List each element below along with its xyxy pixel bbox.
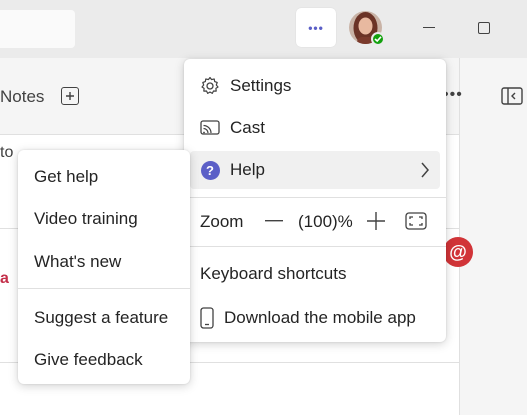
zoom-value: (100)% <box>298 212 353 231</box>
fit-screen-button[interactable] <box>405 211 427 231</box>
minus-icon <box>265 220 283 222</box>
maximize-button[interactable] <box>469 14 499 42</box>
submenu-item-suggest-feature[interactable]: Suggest a feature <box>34 308 168 328</box>
tab-notes[interactable]: Notes <box>0 87 44 107</box>
at-icon: @ <box>449 241 467 262</box>
menu-divider <box>184 197 446 198</box>
menu-item-label: Settings <box>230 76 292 95</box>
add-tab-button[interactable] <box>61 87 79 105</box>
menu-item-keyboard-shortcuts[interactable]: Keyboard shortcuts <box>200 264 346 284</box>
panel-icon <box>501 87 523 105</box>
help-submenu: Get help Video training What's new Sugge… <box>18 150 190 384</box>
menu-divider <box>184 246 446 247</box>
cast-icon <box>198 116 222 140</box>
submenu-item-video-training[interactable]: Video training <box>34 209 138 229</box>
fullscreen-icon <box>405 212 427 230</box>
menu-item-label: Help <box>230 160 265 179</box>
zoom-out-button[interactable] <box>264 211 284 231</box>
menu-item-label: Cast <box>230 118 265 137</box>
message-text: to <box>0 144 14 161</box>
help-icon: ? <box>198 158 222 182</box>
minimize-button[interactable] <box>414 14 444 42</box>
panel-toggle-button[interactable] <box>501 86 523 106</box>
zoom-in-button[interactable] <box>366 211 386 231</box>
menu-item-label: Download the mobile app <box>224 308 416 327</box>
menu-item-help[interactable]: ? Help <box>190 151 440 189</box>
plus-icon <box>66 92 74 100</box>
plus-icon <box>367 212 385 230</box>
settings-and-more-button[interactable]: ••• <box>296 8 336 47</box>
chevron-right-icon <box>421 162 429 178</box>
submenu-item-whats-new[interactable]: What's new <box>34 252 121 272</box>
submenu-item-give-feedback[interactable]: Give feedback <box>34 350 143 370</box>
more-icon: ••• <box>308 20 324 35</box>
presence-available-icon <box>371 32 385 46</box>
right-rail <box>459 58 527 415</box>
menu-item-cast[interactable]: Cast <box>190 109 440 147</box>
submenu-item-get-help[interactable]: Get help <box>34 167 98 187</box>
zoom-label: Zoom <box>200 212 244 231</box>
menu-item-settings[interactable]: Settings <box>190 67 440 105</box>
menu-divider <box>18 288 190 289</box>
title-bar <box>0 0 527 58</box>
menu-item-download-mobile-app[interactable]: Download the mobile app <box>200 305 416 331</box>
gear-icon <box>198 74 222 98</box>
zoom-control: Zoom (100)% <box>184 203 446 241</box>
mention-badge[interactable]: @ <box>443 237 473 267</box>
search-input[interactable] <box>0 10 75 48</box>
phone-icon <box>200 307 214 329</box>
mention-text: a <box>0 270 9 287</box>
settings-menu: Settings Cast ? Help Zoom (100)% Keyboar… <box>184 59 446 342</box>
